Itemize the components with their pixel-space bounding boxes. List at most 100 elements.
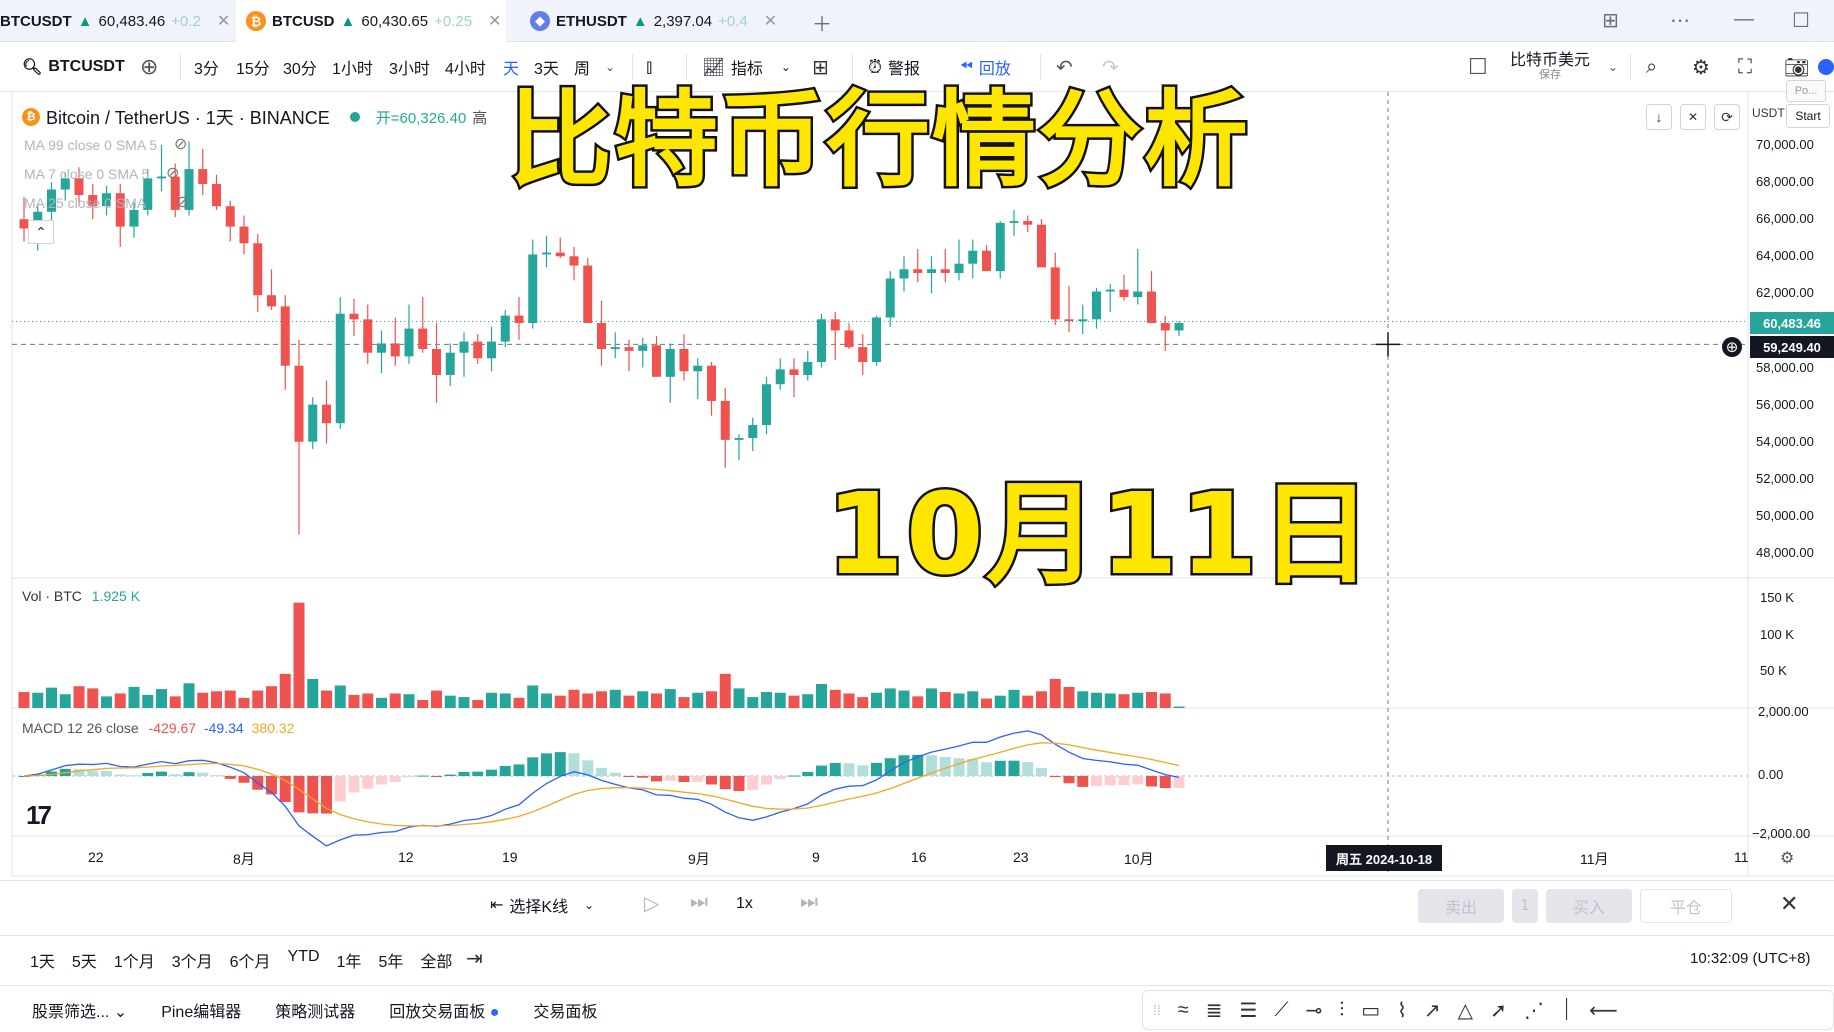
save-layout[interactable]: 比特币美元 保存: [1510, 42, 1590, 92]
parallel-channel-icon[interactable]: ☰: [1240, 998, 1258, 1023]
range-1d[interactable]: 1天: [30, 948, 55, 972]
range-all[interactable]: 全部: [420, 948, 452, 972]
macd-histogram-bar: [458, 771, 470, 776]
range-6m[interactable]: 6个月: [230, 948, 271, 972]
interval-30m[interactable]: 30分: [283, 42, 317, 92]
tab-ethusdt[interactable]: ◆ ETHUSDT ▲ 2,397.04 +0.4 ✕: [520, 0, 800, 42]
add-alert-icon[interactable]: ⊕: [1722, 337, 1742, 357]
macd-histogram-bar: [953, 758, 965, 776]
volume-bar: [843, 693, 855, 708]
range-5y[interactable]: 5年: [378, 948, 403, 972]
rectangle-icon[interactable]: ▭: [1361, 998, 1380, 1023]
volume-bar: [513, 697, 525, 708]
axis-settings-icon[interactable]: ⚙: [1780, 848, 1794, 868]
speed-label[interactable]: 1x: [736, 895, 753, 913]
market-status-dot: [349, 112, 360, 122]
path-icon[interactable]: ⌇: [1397, 998, 1407, 1023]
tab-pine-editor[interactable]: Pine编辑器: [161, 998, 241, 1022]
eye-off-icon[interactable]: ⊘: [176, 192, 189, 212]
tab-screener[interactable]: 股票筛选... ⌄: [32, 998, 127, 1022]
interval-4h[interactable]: 4小时: [445, 42, 486, 92]
eye-off-icon[interactable]: ⊘: [166, 163, 179, 183]
horizontal-ray-icon[interactable]: ⊸: [1305, 998, 1322, 1023]
quantity-field[interactable]: 1: [1512, 889, 1538, 923]
ma25-legend[interactable]: MA 25 close 0 SMA: [24, 195, 146, 211]
volume-bar: [1091, 692, 1102, 708]
tab-trading-panel[interactable]: 交易面板: [533, 998, 597, 1022]
symbol-search[interactable]: 🔍︎ BTCUSDT: [22, 42, 125, 92]
collapse-legend-icon[interactable]: ⌃: [28, 220, 54, 244]
sell-button[interactable]: 卖出: [1418, 889, 1504, 923]
jump-end-icon[interactable]: ⏭︎: [800, 891, 818, 914]
close-icon[interactable]: ✕: [488, 11, 501, 31]
last-price-label: 60,483.46: [1750, 312, 1834, 334]
arrow-down-icon[interactable]: ↓: [1646, 104, 1672, 130]
tab-btcusdt[interactable]: BTCUSDT ▲ 60,483.46 +0.2 ✕: [0, 0, 230, 42]
arrow-icon[interactable]: ➚: [1490, 998, 1507, 1023]
refresh-icon[interactable]: ⟳: [1714, 104, 1740, 130]
close-icon[interactable]: ✕: [1780, 891, 1798, 917]
pattern-icon[interactable]: ≈: [1178, 999, 1189, 1022]
settings-icon[interactable]: ⚙: [1692, 42, 1710, 92]
start-button[interactable]: Start: [1786, 104, 1830, 128]
ma7-legend[interactable]: MA 7 close 0 SMA 5: [24, 166, 149, 182]
interval-1h[interactable]: 1小时: [332, 42, 373, 92]
ray-icon[interactable]: ↗: [1424, 998, 1441, 1023]
add-symbol-icon[interactable]: ⊕: [140, 42, 158, 92]
more-icon[interactable]: ⋯: [1670, 8, 1690, 33]
drag-handle-icon[interactable]: ⁞⁞: [1153, 1002, 1161, 1018]
select-bar-button[interactable]: ⇤ 选择K线 ⌄: [490, 893, 594, 917]
ma99-legend[interactable]: MA 99 close 0 SMA 5: [24, 137, 157, 153]
publish-icon[interactable]: [1818, 59, 1834, 75]
candle-body: [390, 343, 400, 357]
fib-fan-icon[interactable]: ⋰: [1524, 998, 1544, 1023]
fullscreen-icon[interactable]: ⛶: [1738, 42, 1752, 92]
fib-icon[interactable]: ≣: [1206, 998, 1223, 1023]
range-ytd[interactable]: YTD: [288, 948, 320, 972]
candle-body: [1023, 221, 1033, 225]
tab-replay-trading[interactable]: 回放交易面板 ●: [389, 998, 499, 1022]
horizontal-line-icon[interactable]: ⟵: [1589, 998, 1618, 1023]
close-icon[interactable]: ✕: [217, 11, 230, 31]
range-5d[interactable]: 5天: [72, 948, 97, 972]
chevron-down-icon[interactable]: ⌄: [1608, 42, 1618, 92]
layout-square-icon[interactable]: ☐: [1468, 42, 1488, 92]
range-3m[interactable]: 3个月: [172, 948, 213, 972]
tab-strategy-tester[interactable]: 策略测试器: [275, 998, 355, 1022]
interval-3h[interactable]: 3小时: [389, 42, 430, 92]
range-1y[interactable]: 1年: [337, 948, 362, 972]
candle-body: [404, 328, 414, 357]
chart-title[interactable]: Bitcoin / TetherUS · 1天 · BINANCE: [46, 104, 330, 130]
play-icon[interactable]: ▷: [644, 891, 659, 916]
pitchfork-icon[interactable]: ⫶: [1339, 999, 1344, 1022]
buy-button[interactable]: 买入: [1546, 889, 1632, 923]
interval-3m[interactable]: 3分: [194, 42, 219, 92]
macd-histogram-bar: [417, 775, 429, 777]
quick-search-icon[interactable]: ⌕: [1646, 42, 1657, 92]
popup-label[interactable]: Po...: [1786, 80, 1826, 102]
layout-icon[interactable]: ⊞: [1602, 8, 1619, 33]
vertical-line-icon[interactable]: ⏐: [1561, 999, 1572, 1022]
tab-btcusd[interactable]: ₿ BTCUSD ▲ 60,430.65 +0.25 ✕: [236, 0, 506, 42]
goto-date-icon[interactable]: ⇥: [466, 946, 483, 971]
new-tab-icon[interactable]: ＋: [812, 8, 832, 37]
macd-histogram-bar: [1049, 776, 1061, 778]
trend-line-icon[interactable]: ⟋: [1274, 999, 1288, 1022]
candle-body: [830, 319, 840, 331]
currency-label[interactable]: USDT: [1752, 106, 1785, 120]
step-forward-icon[interactable]: ⏭︎: [690, 891, 708, 914]
candle-body: [1064, 319, 1074, 322]
range-1m[interactable]: 1个月: [114, 948, 155, 972]
macd-histogram-bar: [1036, 767, 1047, 776]
interval-15m[interactable]: 15分: [236, 42, 270, 92]
minimize-icon[interactable]: —: [1734, 8, 1754, 31]
triangle-icon[interactable]: △: [1458, 998, 1473, 1023]
close-position-button[interactable]: 平仓: [1640, 889, 1732, 923]
macd-histogram-bar: [348, 776, 360, 793]
close-icon[interactable]: ✕: [764, 11, 777, 31]
candle-body: [363, 319, 373, 353]
volume-bar: [128, 686, 140, 708]
eye-off-icon[interactable]: ⊘: [174, 134, 187, 154]
maximize-icon[interactable]: ☐: [1792, 8, 1810, 33]
collapse-icon[interactable]: ✕: [1680, 104, 1706, 130]
